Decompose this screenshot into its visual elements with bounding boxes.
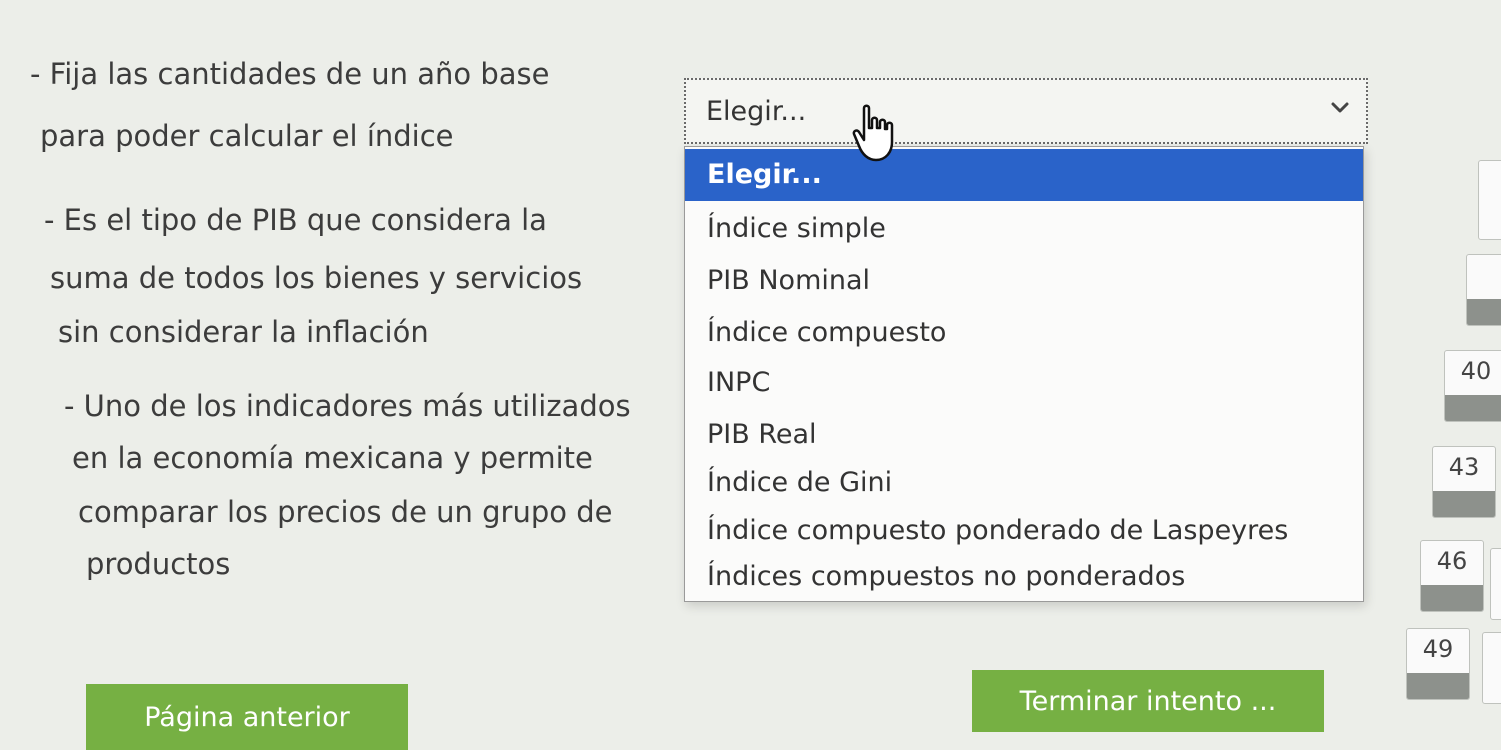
quiz-nav-tile[interactable]: 3 [1466, 254, 1501, 326]
quiz-nav-number: 49 [1422, 635, 1454, 663]
select-option-pib-real[interactable]: PIB Real [685, 409, 1363, 461]
quiz-nav-tile[interactable]: 43 [1432, 446, 1496, 518]
quiz-nav-number: 46 [1436, 547, 1468, 575]
select-dropdown-list: Elegir... Índice simple PIB Nominal Índi… [684, 146, 1364, 602]
quiz-nav-tile[interactable]: 46 [1420, 540, 1484, 612]
select-option-elegir[interactable]: Elegir... [685, 149, 1363, 201]
select-option-indice-compuesto[interactable]: Índice compuesto [685, 307, 1363, 359]
question-line: suma de todos los bienes y servicios [50, 261, 583, 295]
previous-page-button[interactable]: Página anterior [86, 684, 408, 750]
quiz-nav-tile[interactable]: 49 [1406, 628, 1470, 700]
select-option-indice-gini[interactable]: Índice de Gini [685, 457, 1363, 509]
quiz-nav-tile[interactable]: 40 [1444, 350, 1501, 422]
quiz-nav-number: 43 [1448, 453, 1480, 481]
select-option-laspeyres[interactable]: Índice compuesto ponderado de Laspeyres [685, 505, 1363, 557]
question-line: productos [86, 547, 231, 581]
quiz-nav-number: 40 [1460, 357, 1492, 385]
chevron-down-icon [1331, 102, 1349, 113]
answer-select[interactable]: Elegir... [684, 78, 1368, 144]
question-line: sin considerar la inflación [58, 315, 429, 349]
hand-cursor-icon [852, 104, 894, 162]
quiz-nav-tile-partial[interactable] [1478, 160, 1501, 240]
select-option-indice-simple[interactable]: Índice simple [685, 203, 1363, 255]
question-line: comparar los precios de un grupo de [78, 495, 613, 529]
question-line: para poder calcular el índice [40, 119, 454, 153]
quiz-nav-bar [1467, 299, 1501, 325]
select-option-inpc[interactable]: INPC [685, 357, 1363, 409]
quiz-nav-bar [1445, 395, 1501, 421]
question-line: en la economía mexicana y permite [72, 441, 593, 475]
select-option-no-ponderados[interactable]: Índices compuestos no ponderados [685, 551, 1363, 603]
select-option-pib-nominal[interactable]: PIB Nominal [685, 255, 1363, 307]
question-line: - Fija las cantidades de un año base [30, 57, 550, 91]
quiz-nav-tile-partial[interactable] [1482, 632, 1501, 704]
finish-attempt-button[interactable]: Terminar intento ... [972, 670, 1324, 732]
select-value: Elegir... [706, 96, 807, 127]
question-line: - Uno de los indicadores más utilizados [64, 389, 631, 423]
quiz-nav-tile-partial[interactable] [1490, 548, 1501, 620]
question-line: - Es el tipo de PIB que considera la [44, 203, 547, 237]
quiz-nav-bar [1421, 585, 1483, 611]
quiz-nav-bar [1407, 673, 1469, 699]
quiz-nav-bar [1433, 491, 1495, 517]
